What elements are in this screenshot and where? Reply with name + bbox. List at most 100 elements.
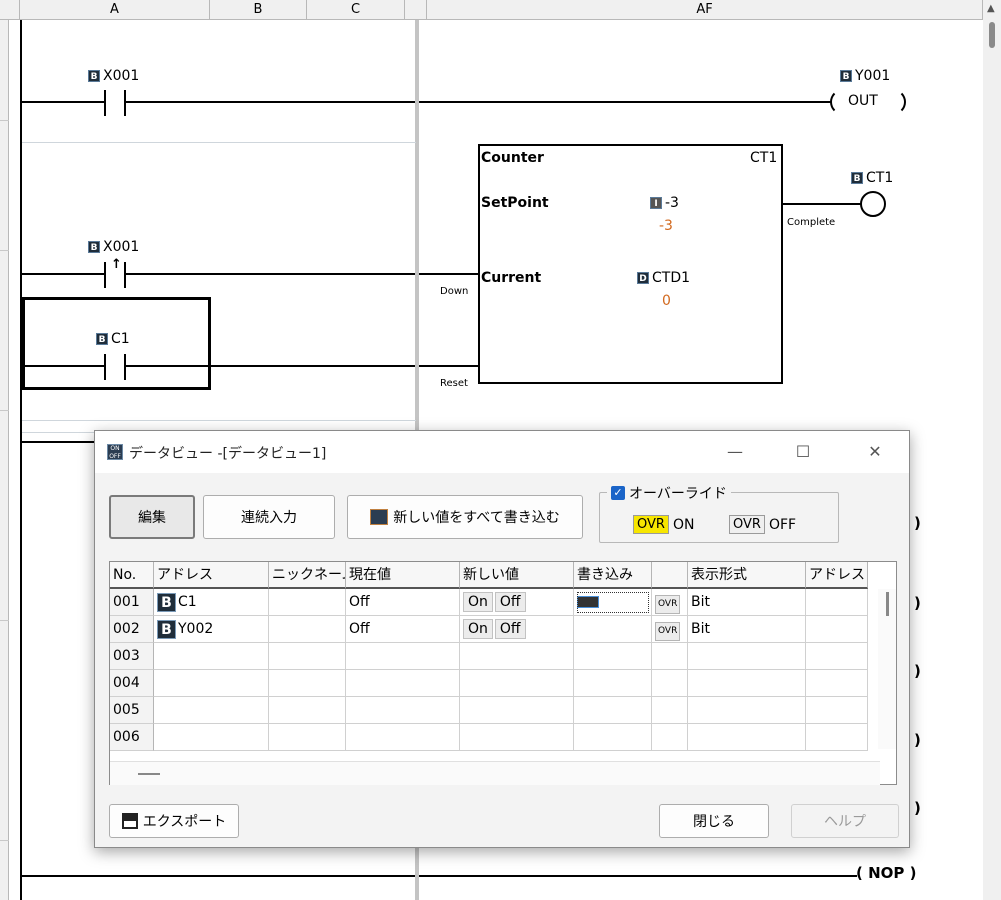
grid-cell-col-new-value[interactable]: On Off: [460, 616, 574, 643]
continuous-input-button[interactable]: 連続入力: [203, 495, 335, 539]
data-view-grid[interactable]: No.アドレスニックネーム現在値新しい値書き込み 表示形式アドレスコ 001BC1 O…: [109, 561, 897, 785]
grid-cell-col-nickname[interactable]: [269, 643, 346, 670]
nop-coil-text[interactable]: ( NOP ): [856, 864, 916, 882]
grid-cell-col-override[interactable]: OVR: [652, 616, 688, 643]
header-col-address[interactable]: アドレス: [154, 562, 269, 589]
contact-x001-left[interactable]: [104, 90, 106, 116]
grid-cell-col-new-value[interactable]: On Off: [460, 589, 574, 616]
grid-cell-col-current-value[interactable]: [346, 670, 460, 697]
grid-cell-col-nickname[interactable]: [269, 670, 346, 697]
grid-cell-col-address-comment[interactable]: [806, 670, 868, 697]
override-toggle-button[interactable]: OVR: [655, 622, 681, 641]
grid-cell-col-current-value[interactable]: [346, 643, 460, 670]
maximize-icon[interactable]: ☐: [783, 439, 823, 465]
grid-cell-col-write[interactable]: [574, 724, 652, 751]
grid-cell-col-override[interactable]: [652, 724, 688, 751]
header-col-new-value[interactable]: 新しい値: [460, 562, 574, 589]
grid-cell-col-new-value[interactable]: [460, 643, 574, 670]
column-header-af[interactable]: AF: [427, 0, 983, 20]
scroll-thumb[interactable]: [989, 22, 995, 48]
grid-cell-col-display-format[interactable]: Bit: [688, 589, 806, 616]
grid-cell-col-write[interactable]: [574, 670, 652, 697]
contact-x001-edge-right[interactable]: [124, 262, 126, 288]
grid-cell-col-address-comment[interactable]: [806, 724, 868, 751]
grid-cell-col-address[interactable]: [154, 670, 269, 697]
grid-cell-col-write[interactable]: [574, 616, 652, 643]
grid-cell-col-address-comment[interactable]: [806, 616, 868, 643]
grid-cell-col-write[interactable]: [574, 589, 652, 616]
grid-cell-col-nickname[interactable]: [269, 724, 346, 751]
header-col-current-value[interactable]: 現在値: [346, 562, 460, 589]
grid-cell-col-address-comment[interactable]: [806, 643, 868, 670]
grid-cell-col-display-format[interactable]: [688, 697, 806, 724]
column-header-c[interactable]: C: [307, 0, 405, 20]
contact-c1-right[interactable]: [124, 354, 126, 380]
contact-x001-right[interactable]: [124, 90, 126, 116]
grid-cell-col-write[interactable]: [574, 697, 652, 724]
close-button[interactable]: 閉じる: [659, 804, 769, 838]
new-value-on-button[interactable]: On: [463, 592, 493, 612]
grid-cell-col-address[interactable]: B C1: [154, 589, 269, 616]
scroll-up-icon[interactable]: ▲: [987, 3, 995, 14]
grid-cell-col-display-format[interactable]: Bit: [688, 616, 806, 643]
minimize-icon[interactable]: —: [715, 439, 755, 465]
grid-cell-col-override[interactable]: [652, 670, 688, 697]
contact-c1-left[interactable]: [104, 354, 106, 380]
coil-ct1[interactable]: [860, 191, 886, 217]
ovr-off-tag: OVR: [729, 515, 765, 534]
grid-cell-col-address-comment[interactable]: [806, 589, 868, 616]
grid-vscroll-thumb[interactable]: [886, 592, 889, 616]
grid-cell-col-address[interactable]: [154, 697, 269, 724]
counter-function-block[interactable]: [478, 144, 783, 384]
header-col-no[interactable]: No.: [110, 562, 154, 589]
grid-cell-col-new-value[interactable]: [460, 670, 574, 697]
editor-vertical-scrollbar[interactable]: ▲: [983, 0, 1001, 900]
new-value-on-button[interactable]: On: [463, 619, 493, 639]
grid-cell-col-override[interactable]: [652, 697, 688, 724]
column-header-a[interactable]: A: [20, 0, 210, 20]
grid-cell-col-override[interactable]: OVR: [652, 589, 688, 616]
export-button[interactable]: エクスポート: [109, 804, 239, 838]
grid-cell-col-current-value[interactable]: [346, 724, 460, 751]
data-view-dialog[interactable]: ON OFF データビュー -[データビュー1] — ☐ ✕ 編集 連続入力 新し…: [94, 430, 910, 848]
dialog-titlebar[interactable]: ON OFF データビュー -[データビュー1] — ☐ ✕: [95, 431, 909, 473]
override-on-option[interactable]: OVR ON: [633, 515, 694, 534]
override-checkbox[interactable]: ✓: [611, 486, 625, 500]
grid-cell-col-new-value[interactable]: [460, 697, 574, 724]
override-toggle-button[interactable]: OVR: [655, 595, 681, 614]
close-icon[interactable]: ✕: [855, 439, 895, 465]
grid-vertical-scrollbar[interactable]: [878, 589, 896, 749]
grid-cell-col-override[interactable]: [652, 643, 688, 670]
new-value-off-button[interactable]: Off: [494, 592, 526, 612]
edit-button[interactable]: 編集: [109, 495, 195, 539]
write-all-button[interactable]: 新しい値をすべて書き込む: [347, 495, 583, 539]
grid-cell-col-display-format[interactable]: [688, 643, 806, 670]
grid-cell-col-address[interactable]: B Y002: [154, 616, 269, 643]
grid-cell-col-current-value[interactable]: Off: [346, 616, 460, 643]
grid-cell-col-address[interactable]: [154, 724, 269, 751]
header-col-override[interactable]: [652, 562, 688, 589]
grid-hscroll-thumb[interactable]: [138, 773, 160, 775]
grid-cell-col-new-value[interactable]: [460, 724, 574, 751]
grid-cell-col-write[interactable]: [574, 643, 652, 670]
grid-cell-col-nickname[interactable]: [269, 616, 346, 643]
fb-setpoint-address: I -3: [650, 195, 679, 211]
header-col-display-format[interactable]: 表示形式: [688, 562, 806, 589]
grid-cell-col-current-value[interactable]: [346, 697, 460, 724]
new-value-off-button[interactable]: Off: [494, 619, 526, 639]
header-col-address-comment[interactable]: アドレスコ: [806, 562, 868, 589]
grid-cell-col-address-comment[interactable]: [806, 697, 868, 724]
grid-cell-col-nickname[interactable]: [269, 589, 346, 616]
grid-cell-col-display-format[interactable]: [688, 724, 806, 751]
grid-cell-col-display-format[interactable]: [688, 670, 806, 697]
grid-cell-col-nickname[interactable]: [269, 697, 346, 724]
grid-horizontal-scrollbar[interactable]: [110, 761, 880, 785]
header-col-write[interactable]: 書き込み: [574, 562, 652, 589]
grid-cell-col-address[interactable]: [154, 643, 269, 670]
column-header-b[interactable]: B: [210, 0, 307, 20]
write-value-icon[interactable]: [577, 596, 599, 608]
contact-x001-edge-left[interactable]: [104, 262, 106, 288]
override-off-option[interactable]: OVR OFF: [729, 515, 796, 534]
grid-cell-col-current-value[interactable]: Off: [346, 589, 460, 616]
header-col-nickname[interactable]: ニックネーム: [269, 562, 346, 589]
